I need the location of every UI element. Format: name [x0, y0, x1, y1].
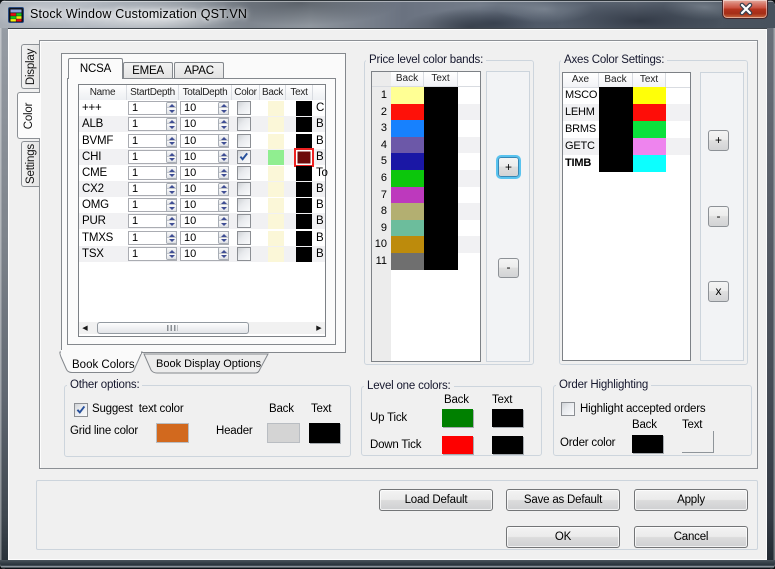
svg-text:Book Display Options: Book Display Options	[156, 358, 262, 370]
svg-text:Book Colors: Book Colors	[72, 359, 135, 371]
